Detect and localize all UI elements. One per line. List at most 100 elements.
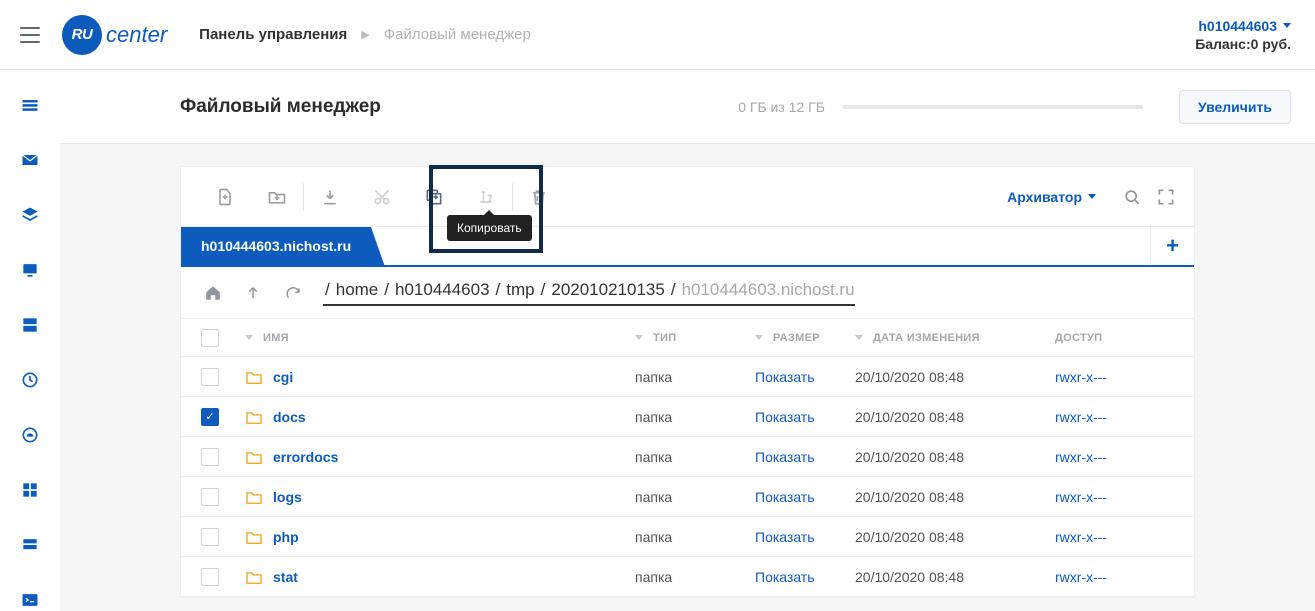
nav-item-clock[interactable] (19, 369, 41, 390)
tabs-row: h010444603.nichost.ru + (181, 227, 1194, 267)
upgrade-button[interactable]: Увеличить (1179, 90, 1291, 124)
col-perm-header: ДОСТУП (1049, 332, 1194, 344)
logo-badge: RU (62, 15, 102, 55)
table-row[interactable]: statпапкаПоказать20/10/2020 08:48rwxr-x-… (181, 557, 1194, 597)
show-size-link[interactable]: Показать (755, 529, 815, 545)
new-folder-button[interactable] (251, 167, 303, 227)
folder-icon (245, 410, 263, 424)
path-seg[interactable]: h010444603 (395, 280, 490, 300)
breadcrumb: Панель управления ▶ Файловый менеджер (199, 26, 531, 43)
permissions-link[interactable]: rwxr-x--- (1055, 369, 1107, 385)
new-file-button[interactable] (199, 167, 251, 227)
nav-item-terminal[interactable] (19, 590, 41, 611)
page-title: Файловый менеджер (180, 96, 381, 118)
file-name[interactable]: errordocs (273, 449, 338, 465)
home-icon[interactable] (193, 273, 233, 313)
row-checkbox[interactable] (201, 528, 219, 546)
page-subheader: Файловый менеджер 0 ГБ из 12 ГБ Увеличит… (60, 70, 1315, 144)
folder-icon (245, 490, 263, 504)
path-seg[interactable]: tmp (506, 280, 534, 300)
show-size-link[interactable]: Показать (755, 449, 815, 465)
sort-caret-icon (755, 335, 763, 340)
file-date: 20/10/2020 08:48 (849, 569, 1049, 585)
row-checkbox[interactable] (201, 368, 219, 386)
col-date-header[interactable]: ДАТА ИЗМЕНЕНИЯ (849, 332, 1049, 344)
file-type: папка (629, 489, 749, 505)
fullscreen-icon[interactable] (1156, 187, 1176, 207)
chevron-right-icon: ▶ (361, 28, 369, 41)
top-header: RU center Панель управления ▶ Файловый м… (0, 0, 1315, 70)
row-checkbox[interactable] (201, 488, 219, 506)
folder-icon (245, 570, 263, 584)
row-checkbox[interactable] (201, 568, 219, 586)
add-tab-button[interactable]: + (1150, 227, 1194, 265)
caret-down-icon (1088, 194, 1096, 199)
table-row[interactable]: docsпапкаПоказать20/10/2020 08:48rwxr-x-… (181, 397, 1194, 437)
file-name[interactable]: cgi (273, 369, 293, 385)
account-id-dropdown[interactable]: h010444603 (1195, 18, 1291, 34)
table-row[interactable]: phpпапкаПоказать20/10/2020 08:48rwxr-x--… (181, 517, 1194, 557)
row-checkbox[interactable] (201, 448, 219, 466)
content-area: Файловый менеджер 0 ГБ из 12 ГБ Увеличит… (60, 70, 1315, 611)
file-date: 20/10/2020 08:48 (849, 369, 1049, 385)
nav-item-db[interactable] (19, 535, 41, 556)
sort-caret-icon (855, 335, 863, 340)
table-row[interactable]: cgiпапкаПоказать20/10/2020 08:48rwxr-x--… (181, 357, 1194, 397)
permissions-link[interactable]: rwxr-x--- (1055, 409, 1107, 425)
nav-item-layers[interactable] (19, 204, 41, 225)
file-type: папка (629, 449, 749, 465)
sort-caret-icon (245, 335, 253, 340)
account-block: h010444603 Баланс:0 руб. (1195, 18, 1291, 52)
nav-item-mail[interactable] (19, 149, 41, 170)
nav-item-grid[interactable] (19, 480, 41, 501)
show-size-link[interactable]: Показать (755, 489, 815, 505)
path-seg-current: h010444603.nichost.ru (682, 280, 855, 300)
account-balance: Баланс:0 руб. (1195, 36, 1291, 52)
col-name-header[interactable]: ИМЯ (239, 332, 629, 344)
folder-icon (245, 370, 263, 384)
file-type: папка (629, 529, 749, 545)
tab-active[interactable]: h010444603.nichost.ru (181, 227, 371, 265)
search-icon[interactable] (1122, 187, 1142, 207)
path-breadcrumb[interactable]: /home /h010444603 /tmp /202010210135 /h0… (323, 280, 855, 306)
table-row[interactable]: errordocs папка Показать 20/10/2020 08:48 rw… (181, 437, 1194, 477)
nav-item-dashboard[interactable] (19, 425, 41, 446)
cut-button[interactable] (356, 167, 408, 227)
nav-item-1[interactable] (19, 94, 41, 115)
permissions-link[interactable]: rwxr-x--- (1055, 529, 1107, 545)
download-button[interactable] (304, 167, 356, 227)
folder-icon (245, 450, 263, 464)
usage-text: 0 ГБ из 12 ГБ (738, 99, 825, 115)
permissions-link[interactable]: rwxr-x--- (1055, 449, 1107, 465)
row-checkbox[interactable] (201, 408, 219, 426)
logo[interactable]: RU center (62, 15, 167, 55)
file-name[interactable]: docs (273, 409, 306, 425)
show-size-link[interactable]: Показать (755, 369, 815, 385)
caret-down-icon (1283, 23, 1291, 28)
file-name[interactable]: stat (273, 569, 298, 585)
path-seg[interactable]: home (336, 280, 379, 300)
nav-item-server[interactable] (19, 314, 41, 335)
show-size-link[interactable]: Показать (755, 409, 815, 425)
breadcrumb-root[interactable]: Панель управления (199, 26, 347, 43)
nav-item-monitor[interactable] (19, 259, 41, 280)
col-size-header[interactable]: РАЗМЕР (749, 332, 849, 344)
archiver-dropdown[interactable]: Архиватор (995, 189, 1108, 205)
copy-tooltip: Копировать (447, 215, 532, 241)
up-arrow-icon[interactable] (233, 273, 273, 313)
col-type-header[interactable]: ТИП (629, 332, 749, 344)
menu-hamburger-icon[interactable] (16, 21, 44, 49)
table-row[interactable]: logsпапкаПоказать20/10/2020 08:48rwxr-x-… (181, 477, 1194, 517)
refresh-icon[interactable] (273, 273, 313, 313)
select-all-checkbox[interactable] (201, 329, 219, 347)
breadcrumb-current: Файловый менеджер (384, 26, 531, 43)
table-header: ИМЯ ТИП РАЗМЕР ДАТА ИЗМЕНЕНИЯ ДОСТУП (181, 319, 1194, 357)
file-name[interactable]: logs (273, 489, 302, 505)
permissions-link[interactable]: rwxr-x--- (1055, 489, 1107, 505)
file-date: 20/10/2020 08:48 (849, 449, 1049, 465)
path-seg[interactable]: 202010210135 (551, 280, 664, 300)
file-name[interactable]: php (273, 529, 299, 545)
toolbar: Архиватор Копировать (181, 167, 1194, 227)
permissions-link[interactable]: rwxr-x--- (1055, 569, 1107, 585)
show-size-link[interactable]: Показать (755, 569, 815, 585)
